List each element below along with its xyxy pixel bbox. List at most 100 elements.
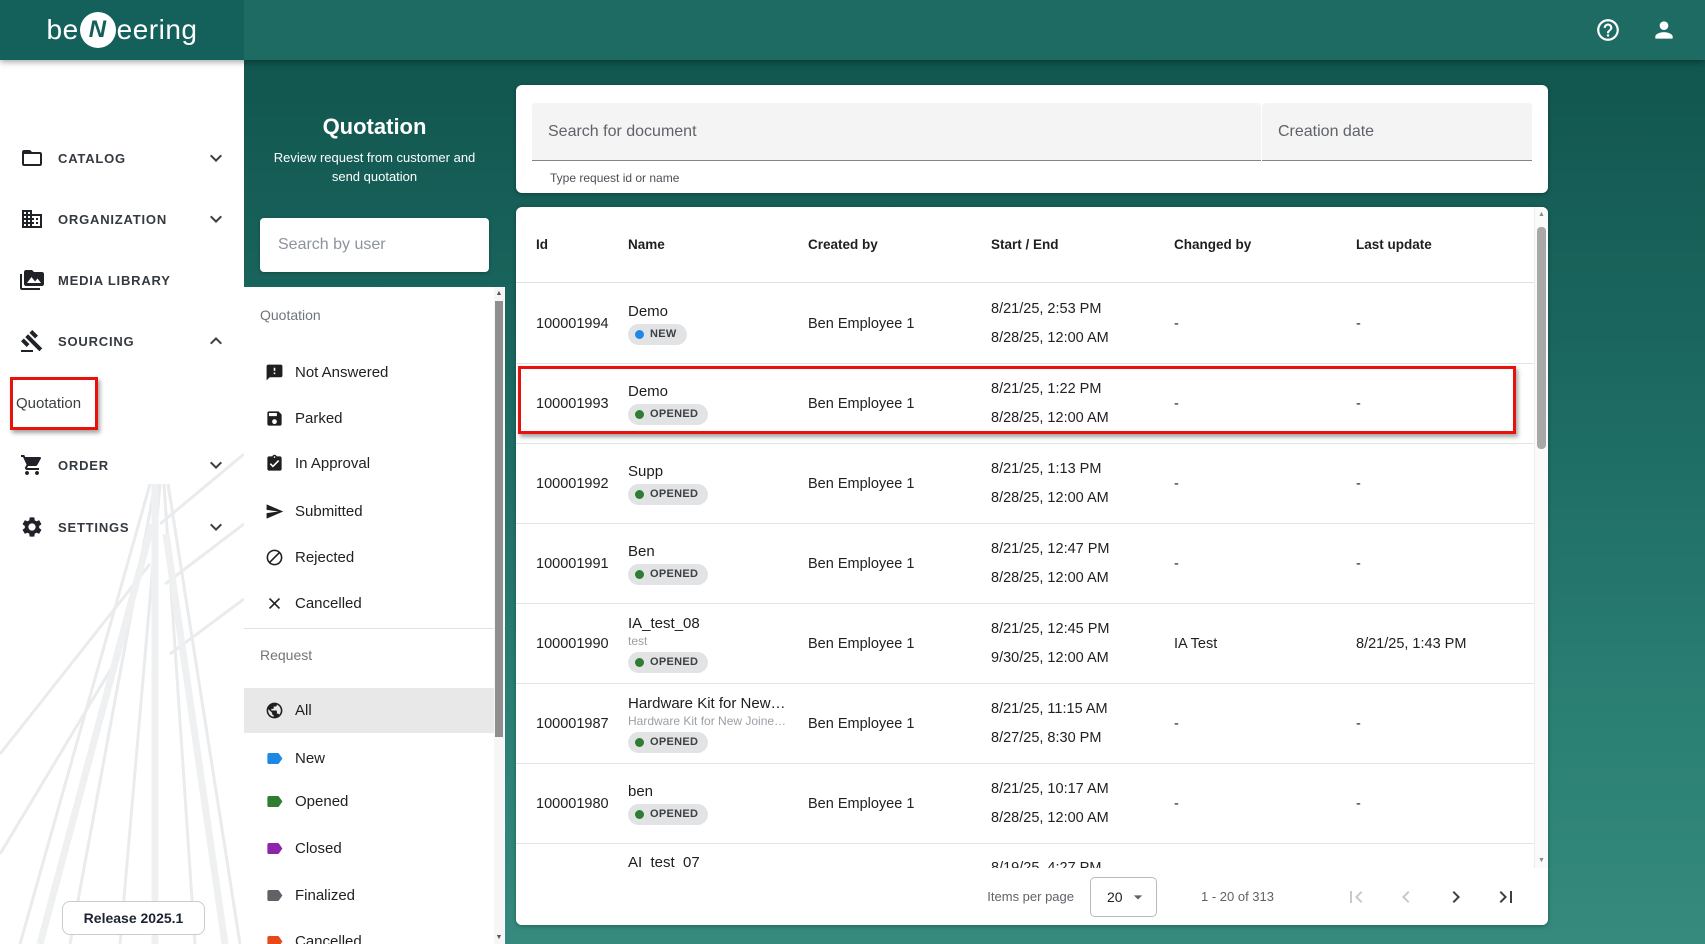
scrollbar-thumb[interactable] <box>495 301 503 737</box>
sidebar-item-organization[interactable]: ORGANIZATION <box>0 191 244 247</box>
sidebar-item-sourcing[interactable]: SOURCING <box>0 313 244 369</box>
sidebar-item-label: CATALOG <box>58 150 126 166</box>
filter-parked[interactable]: Parked <box>244 396 494 440</box>
chevron-up-icon <box>204 329 228 353</box>
table-row-highlighted[interactable]: 100001993 Demo OPENED Ben Employee 1 8/2… <box>516 364 1534 444</box>
cell-changed-by: - <box>1174 395 1179 412</box>
filter-list: Quotation Not Answered Parked In Approva… <box>244 287 505 944</box>
status-badge: OPENED <box>628 563 709 585</box>
quotation-panel-header: Quotation Review request from customer a… <box>244 60 506 287</box>
col-last-update: Last update <box>1356 237 1432 252</box>
cell-name: Ben OPENED <box>628 543 808 585</box>
table-row[interactable]: 100001980 ben OPENED Ben Employee 1 8/21… <box>516 764 1534 844</box>
sidebar-item-catalog[interactable]: CATALOG <box>0 130 244 186</box>
folder-icon <box>20 146 44 170</box>
filter-request-opened[interactable]: Opened <box>244 779 494 823</box>
scroll-down-icon[interactable]: ▼ <box>1535 857 1548 864</box>
gear-icon <box>20 515 44 539</box>
cell-start-end: 8/21/25, 1:13 PM 8/28/25, 12:00 AM <box>991 460 1109 506</box>
filter-request-finalized[interactable]: Finalized <box>244 873 494 917</box>
tag-icon-new <box>265 749 284 768</box>
cell-name: ben OPENED <box>628 783 808 825</box>
feedback-icon <box>265 363 284 382</box>
cell-last-update: - <box>1356 395 1361 412</box>
cell-last-update: 8/21/25, 1:43 PM <box>1356 635 1467 652</box>
cell-changed-by: - <box>1174 795 1179 812</box>
sidebar-item-order[interactable]: ORDER <box>0 437 244 493</box>
save-icon <box>265 409 284 428</box>
sidebar-item-settings[interactable]: SETTINGS <box>0 499 244 555</box>
table-row[interactable]: 100001990 IA_test_08 test OPENED Ben Emp… <box>516 604 1534 684</box>
panel-title: Quotation <box>322 114 427 139</box>
filter-request-new[interactable]: New <box>244 736 494 780</box>
sidebar-item-label: MEDIA LIBRARY <box>58 272 171 288</box>
filter-not-answered[interactable]: Not Answered <box>244 350 494 394</box>
cell-last-update <box>1356 844 1534 854</box>
table-header: Id Name Created by Start / End Changed b… <box>516 207 1534 283</box>
quotation-table-card: Id Name Created by Start / End Changed b… <box>516 207 1548 925</box>
table-row[interactable]: 100001991 Ben OPENED Ben Employee 1 8/21… <box>516 524 1534 604</box>
cell-id: 100001991 <box>536 555 609 572</box>
panel-scrollbar[interactable]: ▲ ▼ <box>494 287 504 944</box>
filter-request-cancelled[interactable]: Cancelled <box>244 919 494 944</box>
cell-last-update: - <box>1356 795 1361 812</box>
status-badge: OPENED <box>628 403 709 425</box>
sidebar-item-label: SOURCING <box>58 333 135 349</box>
sidebar: CATALOG ORGANIZATION MEDIA LIBRARY SOURC… <box>0 60 244 944</box>
sidebar-item-label: ORDER <box>58 457 109 473</box>
filter-rejected[interactable]: Rejected <box>244 535 494 579</box>
block-icon <box>265 548 284 567</box>
help-icon[interactable] <box>1595 17 1621 43</box>
cell-start-end: 8/19/25, 4:27 PM <box>991 860 1102 868</box>
status-badge: OPENED <box>628 803 709 825</box>
next-page-button[interactable] <box>1444 885 1468 909</box>
cell-id: 100001987 <box>536 715 609 732</box>
cell-changed-by: - <box>1174 475 1179 492</box>
scroll-up-icon[interactable]: ▲ <box>494 290 504 297</box>
col-start-end: Start / End <box>991 237 1059 252</box>
table-footer: Items per page 20 1 - 20 of 313 <box>516 868 1548 925</box>
filter-request-closed[interactable]: Closed <box>244 826 494 870</box>
scrollbar-thumb[interactable] <box>1537 227 1546 449</box>
person-icon[interactable] <box>1651 17 1677 43</box>
table-row[interactable]: 100001992 Supp OPENED Ben Employee 1 8/2… <box>516 444 1534 524</box>
first-page-button[interactable] <box>1344 885 1368 909</box>
table-row-partial[interactable]: AI_test_07 8/19/25, 4:27 PM <box>516 844 1534 868</box>
status-badge: OPENED <box>628 483 709 505</box>
status-dot <box>635 809 644 819</box>
release-version-button[interactable]: Release 2025.1 <box>62 901 205 935</box>
status-dot <box>635 489 644 499</box>
filter-request-all[interactable]: All <box>244 688 494 733</box>
cell-name: Demo OPENED <box>628 383 808 425</box>
col-name: Name <box>628 237 665 252</box>
pagination-range: 1 - 20 of 313 <box>1201 889 1274 904</box>
document-search-input[interactable] <box>532 103 1261 160</box>
cell-id: 100001992 <box>536 475 609 492</box>
cell-created-by: Ben Employee 1 <box>808 715 915 732</box>
table-scrollbar[interactable]: ▲ ▼ <box>1534 207 1548 868</box>
table-row[interactable]: 100001987 Hardware Kit for New… Hardware… <box>516 684 1534 764</box>
previous-page-button[interactable] <box>1394 885 1418 909</box>
filter-cancelled-quotation[interactable]: Cancelled <box>244 581 494 625</box>
filter-in-approval[interactable]: In Approval <box>244 441 494 485</box>
col-created-by: Created by <box>808 237 878 252</box>
status-dot <box>635 329 644 339</box>
creation-date-input[interactable] <box>1262 103 1532 160</box>
logo-text-prefix: be <box>46 14 79 45</box>
media-icon <box>20 268 44 292</box>
filter-submitted[interactable]: Submitted <box>244 489 494 533</box>
scroll-down-icon[interactable]: ▼ <box>494 934 504 941</box>
sidebar-subitem-quotation[interactable]: Quotation <box>0 385 244 421</box>
sidebar-item-media-library[interactable]: MEDIA LIBRARY <box>0 252 244 308</box>
cell-created-by: Ben Employee 1 <box>808 555 915 572</box>
last-page-button[interactable] <box>1494 885 1518 909</box>
cart-icon <box>20 453 44 477</box>
page-size-select[interactable]: 20 <box>1090 876 1157 917</box>
logo-text-suffix: eering <box>116 14 198 45</box>
section-divider <box>244 628 505 629</box>
table-row[interactable]: 100001994 Demo NEW Ben Employee 1 8/21/2… <box>516 284 1534 364</box>
scroll-up-icon[interactable]: ▲ <box>1535 211 1548 218</box>
cell-start-end: 8/21/25, 12:47 PM 8/28/25, 12:00 AM <box>991 540 1110 586</box>
cell-id: 100001990 <box>536 635 609 652</box>
user-search-input[interactable] <box>260 236 485 254</box>
